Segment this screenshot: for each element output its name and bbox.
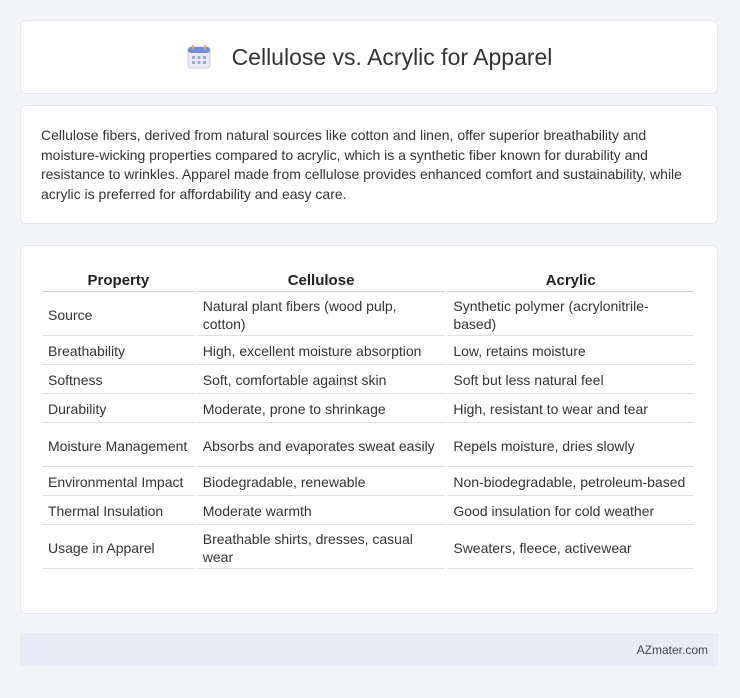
acrylic-cell: Good insulation for cold weather [447,498,694,525]
acrylic-cell: Repels moisture, dries slowly [447,425,694,467]
cellulose-cell: Moderate, prone to shrinkage [196,396,446,423]
intro-card: Cellulose fibers, derived from natural s… [20,105,718,224]
table-row: Environmental Impact Biodegradable, rene… [42,469,694,496]
acrylic-cell: Sweaters, fleece, activewear [447,527,694,569]
table-row: Source Natural plant fibers (wood pulp, … [42,294,694,336]
footer: AZmater.com [20,633,718,666]
property-cell: Thermal Insulation [42,498,195,525]
page-title: Cellulose vs. Acrylic for Apparel [231,43,553,70]
property-cell: Environmental Impact [42,469,195,496]
table-row: Breathability High, excellent moisture a… [42,338,694,365]
cellulose-cell: Absorbs and evaporates sweat easily [196,425,446,467]
cellulose-cell: High, excellent moisture absorption [196,338,446,365]
cellulose-cell: Soft, comfortable against skin [196,367,446,394]
comparison-card: Property Cellulose Acrylic Source Natura… [20,245,718,614]
intro-text: Cellulose fibers, derived from natural s… [41,127,682,202]
footer-site-link[interactable]: AZmater.com [637,643,708,657]
column-header-property: Property [42,268,195,292]
acrylic-cell: Soft but less natural feel [447,367,694,394]
cellulose-cell: Breathable shirts, dresses, casual wear [196,527,446,569]
cellulose-cell: Moderate warmth [196,498,446,525]
cellulose-cell: Natural plant fibers (wood pulp, cotton) [196,294,446,336]
table-row: Durability Moderate, prone to shrinkage … [42,396,694,423]
acrylic-cell: High, resistant to wear and tear [447,396,694,423]
property-cell: Softness [42,367,195,394]
comparison-table: Property Cellulose Acrylic Source Natura… [40,266,696,571]
calendar-icon [187,45,211,69]
acrylic-cell: Low, retains moisture [447,338,694,365]
column-header-cellulose: Cellulose [196,268,446,292]
table-row: Softness Soft, comfortable against skin … [42,367,694,394]
acrylic-cell: Synthetic polymer (acrylonitrile-based) [447,294,694,336]
property-cell: Source [42,294,195,336]
table-row: Moisture Management Absorbs and evaporat… [42,425,694,467]
table-row: Thermal Insulation Moderate warmth Good … [42,498,694,525]
cellulose-cell: Biodegradable, renewable [196,469,446,496]
property-cell: Usage in Apparel [42,527,195,569]
title-card: Cellulose vs. Acrylic for Apparel [20,20,718,94]
acrylic-cell: Non-biodegradable, petroleum-based [447,469,694,496]
property-cell: Moisture Management [42,425,195,467]
property-cell: Durability [42,396,195,423]
table-row: Usage in Apparel Breathable shirts, dres… [42,527,694,569]
column-header-acrylic: Acrylic [447,268,694,292]
table-header-row: Property Cellulose Acrylic [42,268,694,292]
property-cell: Breathability [42,338,195,365]
